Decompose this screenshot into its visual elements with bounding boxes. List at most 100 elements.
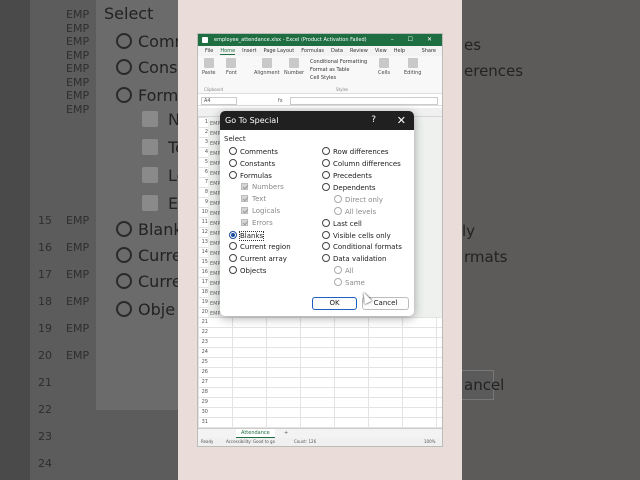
radio-icon	[322, 242, 330, 250]
bg-option-label: Lo	[168, 166, 178, 185]
left-option-constants[interactable]: Constants	[229, 159, 275, 169]
ok-button[interactable]: OK	[312, 297, 357, 310]
ribbon-font[interactable]: Font	[226, 58, 237, 76]
bg-option-label: Blank	[138, 220, 178, 239]
ribbon-cell-styles[interactable]: Cell Styles	[310, 75, 336, 81]
menu-data[interactable]: Data	[331, 48, 343, 54]
left-option-objects[interactable]: Objects	[229, 266, 266, 276]
excel-titlebar: employee_attendance.xlsx - Excel (Produc…	[198, 34, 442, 46]
close-icon[interactable]: ✕	[397, 111, 406, 130]
employee-cell[interactable]: EMP	[210, 259, 221, 269]
left-option-formulas[interactable]: Formulas	[229, 171, 272, 181]
ribbon-alignment[interactable]: Alignment	[254, 58, 280, 76]
right-option-precedents[interactable]: Precedents	[322, 171, 372, 181]
option-label: Row differences	[333, 148, 389, 156]
bg-emp-cell: EMP	[66, 241, 90, 254]
option-label: Formulas	[240, 172, 272, 180]
name-box[interactable]: A4	[201, 97, 237, 105]
row-number: 6	[204, 169, 208, 175]
radio-icon	[229, 171, 237, 179]
ribbon-paste[interactable]: Paste	[202, 58, 216, 76]
bg-radio-icon	[116, 273, 132, 289]
window-controls[interactable]: – ☐ ✕	[391, 34, 438, 46]
menu-page-layout[interactable]: Page Layout	[263, 48, 294, 54]
employee-cell[interactable]: EMP	[210, 279, 221, 289]
right-option-same: Same	[334, 278, 365, 288]
ribbon-format-as-table[interactable]: Format as Table	[310, 67, 349, 73]
employee-cell[interactable]: EMP	[210, 199, 221, 209]
add-sheet-button[interactable]: +	[284, 430, 288, 436]
right-option-conditional-formats[interactable]: Conditional formats	[322, 242, 402, 252]
row-number: 2	[204, 129, 208, 135]
option-label: Current region	[240, 243, 291, 251]
bg-row-number: 18	[38, 295, 52, 308]
employee-cell[interactable]: EMP	[210, 219, 221, 229]
menu-file[interactable]: File	[205, 48, 213, 54]
row-number: 22	[201, 329, 208, 335]
menu-insert[interactable]: Insert	[242, 48, 256, 54]
formula-bar: A4 fx	[198, 96, 442, 106]
bg-row-number: 21	[38, 376, 52, 389]
employee-cell[interactable]: EMP	[210, 309, 221, 319]
right-option-visible-cells-only[interactable]: Visible cells only	[322, 231, 391, 241]
formula-input[interactable]	[290, 97, 438, 105]
left-option-comments[interactable]: Comments	[229, 147, 278, 157]
employee-cell[interactable]: EMP	[210, 229, 221, 239]
right-option-last-cell[interactable]: Last cell	[322, 219, 362, 229]
option-label: Last cell	[333, 220, 362, 228]
ribbon-conditional-formatting[interactable]: Conditional Formatting	[310, 59, 367, 65]
employee-cell[interactable]: EMP	[210, 179, 221, 189]
employee-cell[interactable]: EMP	[210, 269, 221, 279]
option-label: Visible cells only	[333, 232, 391, 240]
employee-cell[interactable]: EMP	[210, 209, 221, 219]
employee-cell[interactable]: EMP	[210, 299, 221, 309]
status-count: Count: 126	[294, 439, 317, 444]
employee-cell[interactable]: EMP	[210, 149, 221, 159]
checkbox-icon	[241, 195, 248, 202]
share-button[interactable]: Share	[422, 46, 436, 56]
bg-option-label: Const	[138, 58, 178, 77]
status-accessibility[interactable]: Accessibility: Good to go	[226, 438, 275, 446]
left-option-current-region[interactable]: Current region	[229, 242, 291, 252]
ribbon-cells[interactable]: Cells	[378, 58, 390, 76]
row-number: 14	[201, 249, 208, 255]
menu-formulas[interactable]: Formulas	[301, 48, 324, 54]
ribbon-editing[interactable]: Editing	[404, 58, 421, 76]
employee-cell[interactable]: EMP	[210, 249, 221, 259]
background-left: EMP EMP EMP EMP EMP EMP EMP EMP 15 EMP 16 EMP 17 EMP 1…	[0, 0, 178, 480]
left-option-blanks[interactable]: Blanks	[229, 231, 265, 241]
option-label: Current array	[240, 255, 287, 263]
fx-icon[interactable]: fx	[278, 96, 283, 106]
status-zoom[interactable]: 100%	[424, 438, 435, 446]
menu-help[interactable]: Help	[394, 48, 405, 54]
employee-cell[interactable]: EMP	[210, 189, 221, 199]
employee-column: EMP EMP EMP EMP EMP EMP EMP EMP EMP EMP EMP EMP EMP E…	[210, 119, 221, 319]
bg-emp-cell: EMP	[66, 214, 90, 227]
employee-cell[interactable]: EMP	[210, 119, 221, 129]
employee-cell[interactable]: EMP	[210, 239, 221, 249]
right-option-dependents[interactable]: Dependents	[322, 183, 375, 193]
left-option-logicals: Logicals	[241, 207, 280, 216]
employee-cell[interactable]: EMP	[210, 129, 221, 139]
menu-review[interactable]: Review	[350, 48, 368, 54]
left-option-current-array[interactable]: Current array	[229, 254, 287, 264]
help-icon[interactable]: ?	[371, 111, 376, 130]
ribbon-number[interactable]: Number	[284, 58, 304, 76]
checkbox-icon	[241, 207, 248, 214]
option-label: Comments	[240, 148, 278, 156]
dialog-titlebar: Go To Special ? ✕	[220, 111, 414, 130]
employee-cell[interactable]: EMP	[210, 139, 221, 149]
bg-emp-cell: EMP	[66, 22, 90, 35]
employee-cell[interactable]: EMP	[210, 159, 221, 169]
bg-checkbox-icon	[142, 139, 158, 155]
bg-option: Er	[142, 194, 178, 213]
right-option-data-validation[interactable]: Data validation	[322, 254, 386, 264]
right-option-row-differences[interactable]: Row differences	[322, 147, 389, 157]
employee-cell[interactable]: EMP	[210, 289, 221, 299]
employee-cell[interactable]: EMP	[210, 169, 221, 179]
bg-option-label: N	[168, 110, 178, 129]
right-option-column-differences[interactable]: Column differences	[322, 159, 401, 169]
menu-view[interactable]: View	[375, 48, 387, 54]
radio-icon	[229, 147, 237, 155]
menu-home[interactable]: Home	[220, 48, 236, 55]
